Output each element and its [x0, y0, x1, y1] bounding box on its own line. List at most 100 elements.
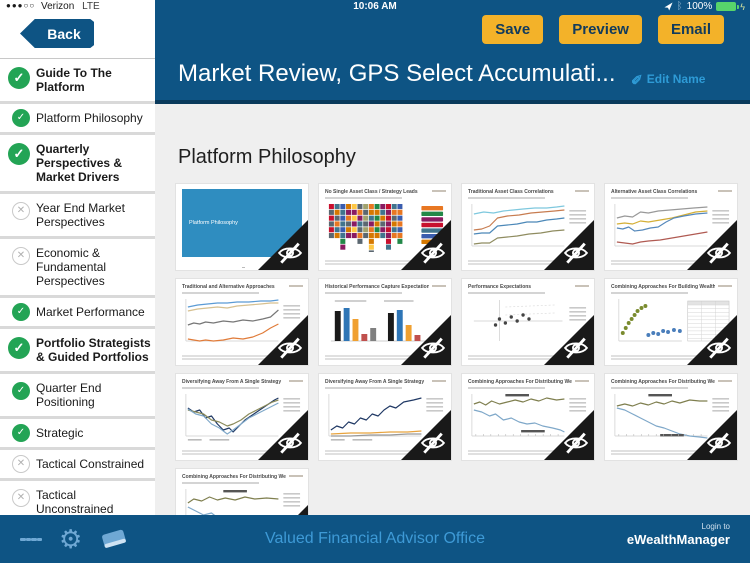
slide-logo-mark: [575, 285, 589, 287]
slide-thumbnail[interactable]: Traditional Asset Class Correlations: [461, 183, 595, 271]
slide-subtitle-bar: [611, 387, 688, 389]
slide-subtitle-bar: [468, 197, 545, 199]
hidden-eye-icon: [420, 337, 446, 359]
x-circle-icon: ✕: [12, 489, 30, 507]
pencil-icon: ✎: [631, 71, 643, 87]
sidebar-item[interactable]: ✓ Market Performance: [0, 298, 155, 326]
sidebar-item[interactable]: ✓ Strategic: [0, 419, 155, 447]
slide-logo-mark: [575, 190, 589, 192]
slide-subtitle-bar: [611, 197, 688, 199]
slide-title: No Single Asset Class / Strategy Leads: [325, 189, 418, 195]
sidebar-item-label: Economic & Fundamental Perspectives: [36, 246, 107, 288]
slide-thumbnail[interactable]: Historical Performance Capture Expectati…: [318, 278, 452, 366]
sidebar-item[interactable]: ✓ Guide To The Platform: [0, 59, 155, 101]
save-button[interactable]: Save: [482, 15, 544, 44]
slide-thumbnail[interactable]: Diversifying Away From A Single Strategy: [318, 373, 452, 461]
check-circle-icon: ✓: [8, 67, 30, 89]
sidebar-item-label: Tactical Unconstrained: [36, 488, 114, 516]
slide-title: Traditional and Alternative Approaches: [182, 284, 275, 290]
check-circle-icon: ✓: [12, 109, 30, 127]
slide-title: Combining Approaches For Distributing We…: [468, 379, 572, 385]
slide-subtitle-bar: [468, 292, 545, 294]
sidebar-item[interactable]: ✓ Platform Philosophy: [0, 104, 155, 132]
carrier-label: Verizon: [40, 1, 75, 12]
sidebar-item[interactable]: ✕ Tactical Constrained: [0, 450, 155, 478]
slide-logo-mark: [289, 380, 303, 382]
slide-thumbnail[interactable]: Platform Philosophy: [175, 183, 309, 271]
bluetooth-icon: ᛒ: [676, 1, 683, 12]
sidebar-item-list: ✓ Guide To The Platform ✓ Platform Philosop…: [0, 59, 155, 526]
x-circle-icon: ✕: [12, 247, 30, 265]
slide-thumbnail[interactable]: Alternative Asset Class Correlations: [604, 183, 738, 271]
ewealthmanager-login[interactable]: Login to eWealthManager: [627, 522, 730, 549]
slide-thumbnail[interactable]: Combining Approaches For Distributing We…: [604, 373, 738, 461]
sidebar-item-label: Year End Market Perspectives: [36, 201, 125, 229]
main-content: Platform Philosophy Platform Philosophy N…: [155, 104, 750, 515]
hidden-eye-icon: [277, 242, 303, 264]
check-circle-icon: ✓: [8, 143, 30, 165]
signal-strength-icon: ●●●○○: [6, 1, 36, 10]
hidden-eye-icon: [563, 432, 589, 454]
page-number-mark: [242, 266, 245, 268]
check-circle-icon: ✓: [12, 424, 30, 442]
slides-grid: Platform Philosophy No Single Asset Class…: [175, 183, 738, 515]
slide-logo-mark: [432, 380, 446, 382]
office-name: Valued Financial Advisor Office: [265, 530, 485, 547]
slide-title: Performance Expectations: [468, 284, 532, 290]
slide-thumbnail[interactable]: Combining Approaches For Building Wealth: [604, 278, 738, 366]
slide-subtitle-bar: [182, 482, 259, 484]
sidebar-item[interactable]: ✓ Portfolio Strategists & Guided Portfoli…: [0, 329, 155, 371]
check-circle-icon: ✓: [8, 337, 30, 359]
sidebar-item[interactable]: ✓ Quarter End Positioning: [0, 374, 155, 416]
login-to-label: Login to: [701, 522, 730, 531]
document-title: Market Review, GPS Select Accumulati...: [178, 60, 616, 87]
charging-icon: ϟ: [740, 1, 745, 12]
slide-subtitle-bar: [182, 292, 259, 294]
slide-logo-mark: [432, 190, 446, 192]
menu-icon[interactable]: [20, 536, 42, 543]
sidebar-item-label: Guide To The Platform: [36, 66, 112, 94]
preview-button[interactable]: Preview: [559, 15, 642, 44]
slide-title: Combining Approaches For Distributing We…: [611, 379, 715, 385]
slide-thumbnail[interactable]: Traditional and Alternative Approaches: [175, 278, 309, 366]
slide-title: Diversifying Away From A Single Strategy: [325, 379, 425, 385]
slide-logo-mark: [432, 285, 446, 287]
hidden-eye-icon: [277, 337, 303, 359]
slide-title: Traditional Asset Class Correlations: [468, 189, 554, 195]
location-icon: [664, 2, 673, 11]
battery-percent: 100%: [686, 1, 713, 12]
library-book-icon[interactable]: [99, 527, 129, 551]
slide-thumbnail[interactable]: Performance Expectations: [461, 278, 595, 366]
sidebar-item-label: Quarter End Positioning: [36, 381, 102, 409]
sidebar-item[interactable]: ✓ Quarterly Perspectives & Market Drivers: [0, 135, 155, 191]
slide-logo-mark: [289, 285, 303, 287]
settings-gear-icon[interactable]: ⚙: [59, 526, 82, 552]
edit-name-button[interactable]: ✎ Edit Name: [631, 70, 705, 87]
slide-logo-mark: [575, 380, 589, 382]
title-slide-label: Platform Philosophy: [189, 219, 238, 226]
slide-thumbnail[interactable]: Combining Approaches For Distributing We…: [175, 468, 309, 515]
edit-name-label: Edit Name: [646, 71, 706, 86]
hidden-eye-icon: [420, 432, 446, 454]
sidebar-item[interactable]: ✕ Economic & Fundamental Perspectives: [0, 239, 155, 295]
footer-icons: ⚙: [20, 515, 129, 563]
slide-title: Historical Performance Capture Expectati…: [325, 284, 429, 290]
check-circle-icon: ✓: [12, 303, 30, 321]
back-button[interactable]: Back: [20, 19, 94, 48]
sidebar: Back ✓ Guide To The Platform ✓ Platform Phi…: [0, 0, 155, 523]
email-button[interactable]: Email: [657, 15, 724, 44]
footer-bar: ⚙ Valued Financial Advisor Office Login …: [0, 515, 750, 563]
slide-title: Diversifying Away From A Single Strategy: [182, 379, 282, 385]
sidebar-item-label: Tactical Constrained: [36, 457, 145, 471]
sidebar-item-label: Platform Philosophy: [36, 111, 143, 125]
slide-title: Alternative Asset Class Correlations: [611, 189, 698, 195]
sidebar-item-label: Market Performance: [36, 305, 145, 319]
slide-thumbnail[interactable]: Diversifying Away From A Single Strategy: [175, 373, 309, 461]
slide-subtitle-bar: [325, 197, 402, 199]
hidden-eye-icon: [277, 432, 303, 454]
hidden-eye-icon: [563, 337, 589, 359]
slide-thumbnail[interactable]: No Single Asset Class / Strategy Leads: [318, 183, 452, 271]
sidebar-item[interactable]: ✕ Year End Market Perspectives: [0, 194, 155, 236]
slide-logo-mark: [289, 475, 303, 477]
slide-thumbnail[interactable]: Combining Approaches For Distributing We…: [461, 373, 595, 461]
